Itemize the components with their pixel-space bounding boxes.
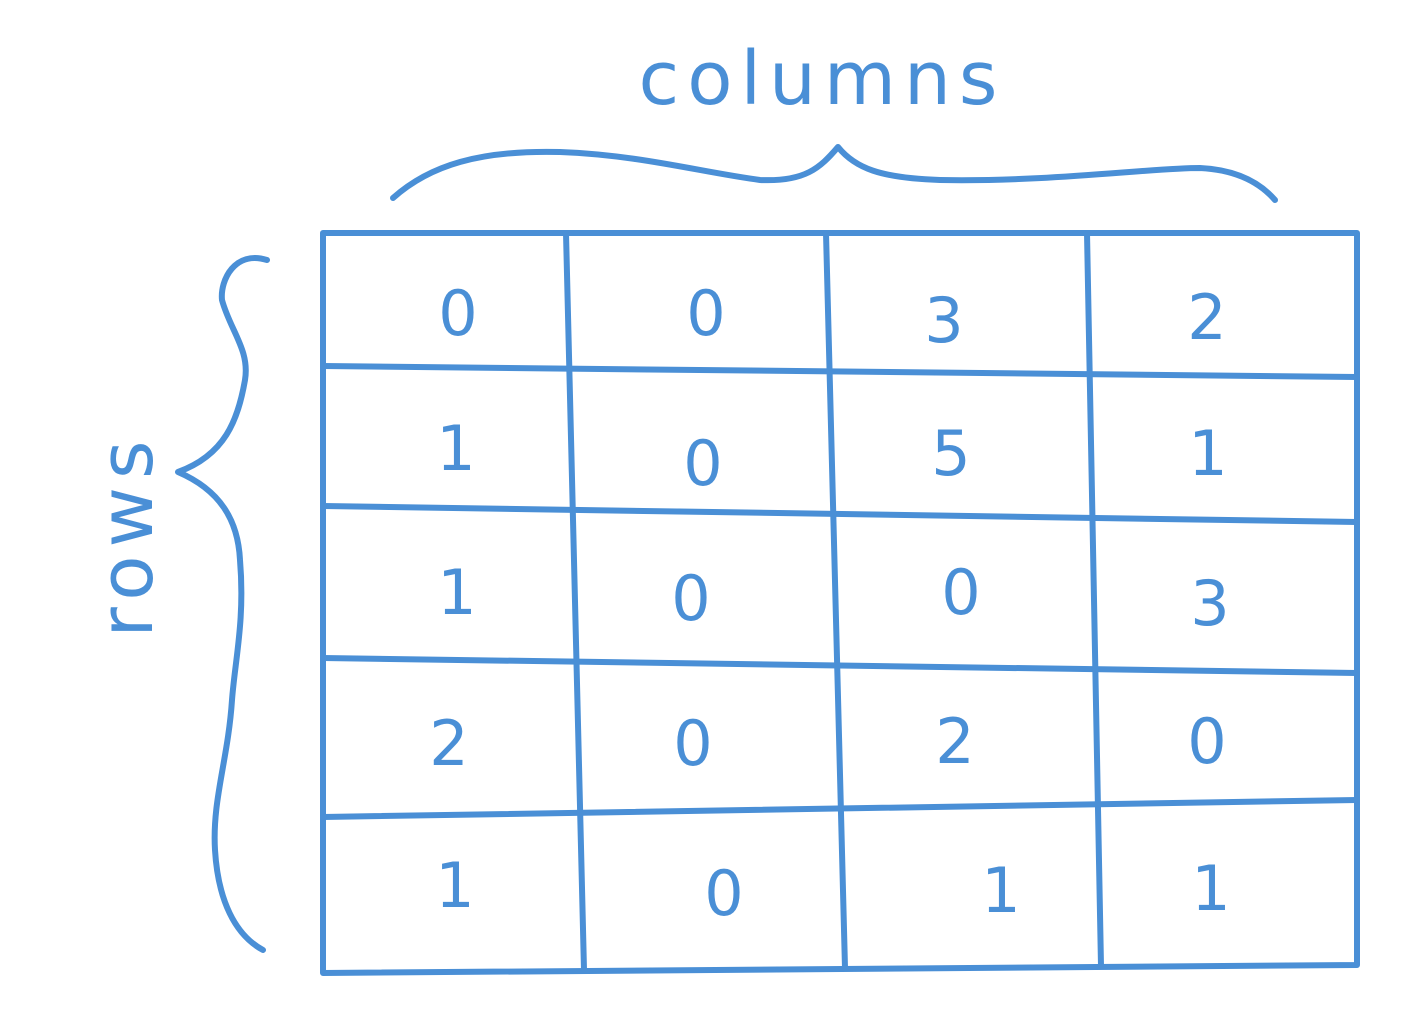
grid-cell: 0 xyxy=(673,707,712,780)
grid-cell: 0 xyxy=(941,556,980,629)
grid-cell: 0 xyxy=(1187,705,1226,778)
grid-cell: 1 xyxy=(981,854,1020,927)
grid-cell: 0 xyxy=(683,427,722,500)
grid-cell: 1 xyxy=(435,849,474,922)
column-divider xyxy=(1084,230,1104,969)
rows-label: rows xyxy=(84,432,170,637)
columns-brace xyxy=(390,144,1278,203)
matrix-diagram: columns rows 0 0 3 2 1 0 5 1 1 0 0 3 2 0… xyxy=(84,36,1360,976)
grid-cell: 1 xyxy=(436,412,475,485)
column-divider xyxy=(563,230,587,973)
row-divider xyxy=(320,503,1360,525)
rows-brace xyxy=(175,255,270,953)
grid-cell: 0 xyxy=(704,857,743,930)
columns-label: columns xyxy=(639,36,1006,122)
grid-cell: 0 xyxy=(438,277,477,350)
grid-cell: 2 xyxy=(429,707,468,780)
grid-cell: 1 xyxy=(1188,417,1227,490)
grid-cell: 3 xyxy=(924,284,963,357)
grid-cell: 1 xyxy=(1191,852,1230,925)
column-divider xyxy=(823,230,848,971)
grid-cell: 3 xyxy=(1190,567,1229,640)
grid-cell: 0 xyxy=(686,277,725,350)
grid-cell: 5 xyxy=(931,417,970,490)
row-divider xyxy=(320,363,1360,380)
grid-cell: 0 xyxy=(671,562,710,635)
grid-cell: 2 xyxy=(935,705,974,778)
grid-cell: 2 xyxy=(1187,281,1226,354)
grid-cell: 1 xyxy=(437,556,476,629)
